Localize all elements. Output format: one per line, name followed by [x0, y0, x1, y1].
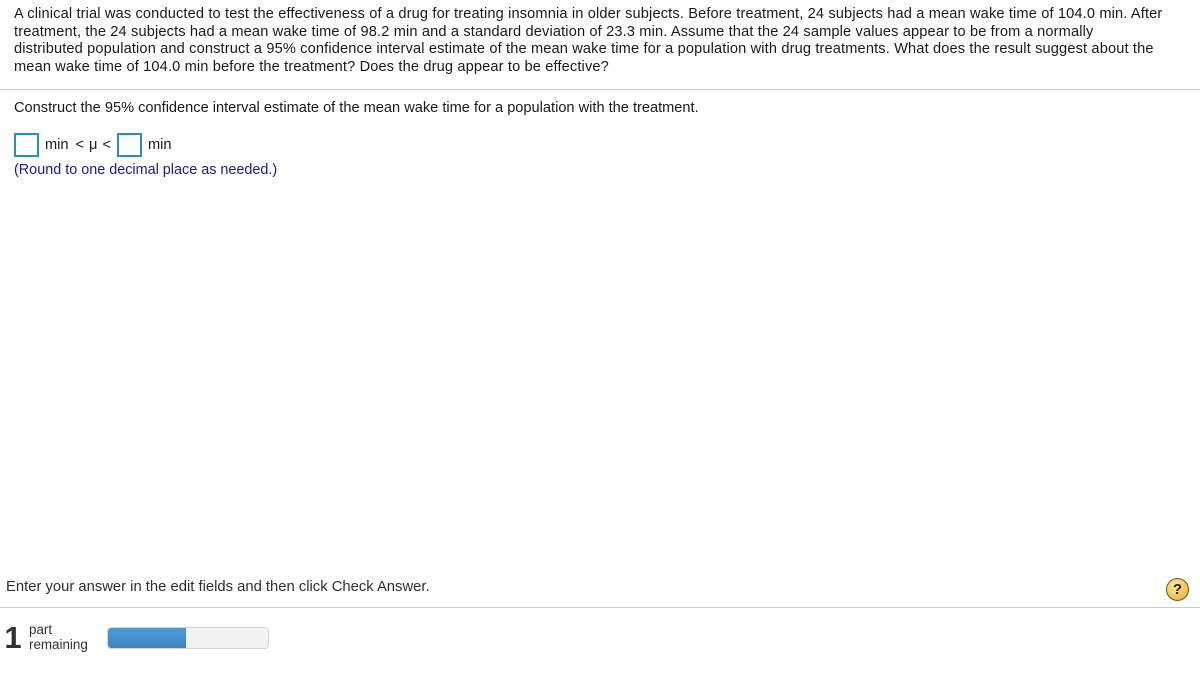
lower-bound-input[interactable]	[14, 133, 39, 157]
parts-remaining-line1: part	[29, 622, 53, 637]
parts-remaining-line2: remaining	[29, 636, 88, 652]
progress-bar	[106, 626, 269, 649]
hint-text: Enter your answer in the edit fields and…	[6, 579, 430, 595]
question-mark-icon[interactable]: ?	[1166, 578, 1189, 601]
parts-remaining-label: part remaining	[29, 622, 88, 652]
parts-progress-group: 1 part remaining	[4, 622, 269, 653]
mu-symbol: μ	[89, 137, 98, 153]
problem-statement: A clinical trial was conducted to test t…	[14, 6, 1163, 75]
answer-entry-row: min < μ < min	[14, 133, 177, 157]
lower-bound-unit: min	[45, 137, 69, 153]
hint-strip: Enter your answer in the edit fields and…	[0, 576, 1200, 607]
upper-bound-unit: min	[148, 137, 172, 153]
relation-operator-left: <	[75, 137, 85, 153]
upper-bound-input[interactable]	[117, 133, 142, 157]
rounding-instruction: (Round to one decimal place as needed.)	[14, 162, 278, 178]
homework-question-page: A clinical trial was conducted to test t…	[0, 0, 1200, 679]
relation-operator-right: <	[102, 137, 111, 153]
statement-divider	[0, 89, 1200, 90]
progress-bar-fill	[107, 627, 187, 648]
subquestion-text: Construct the 95% confidence interval es…	[14, 100, 699, 116]
parts-remaining-count: 1	[4, 620, 22, 655]
bottom-toolbar: 1 part remaining Clear All Check Answer	[0, 608, 1200, 679]
